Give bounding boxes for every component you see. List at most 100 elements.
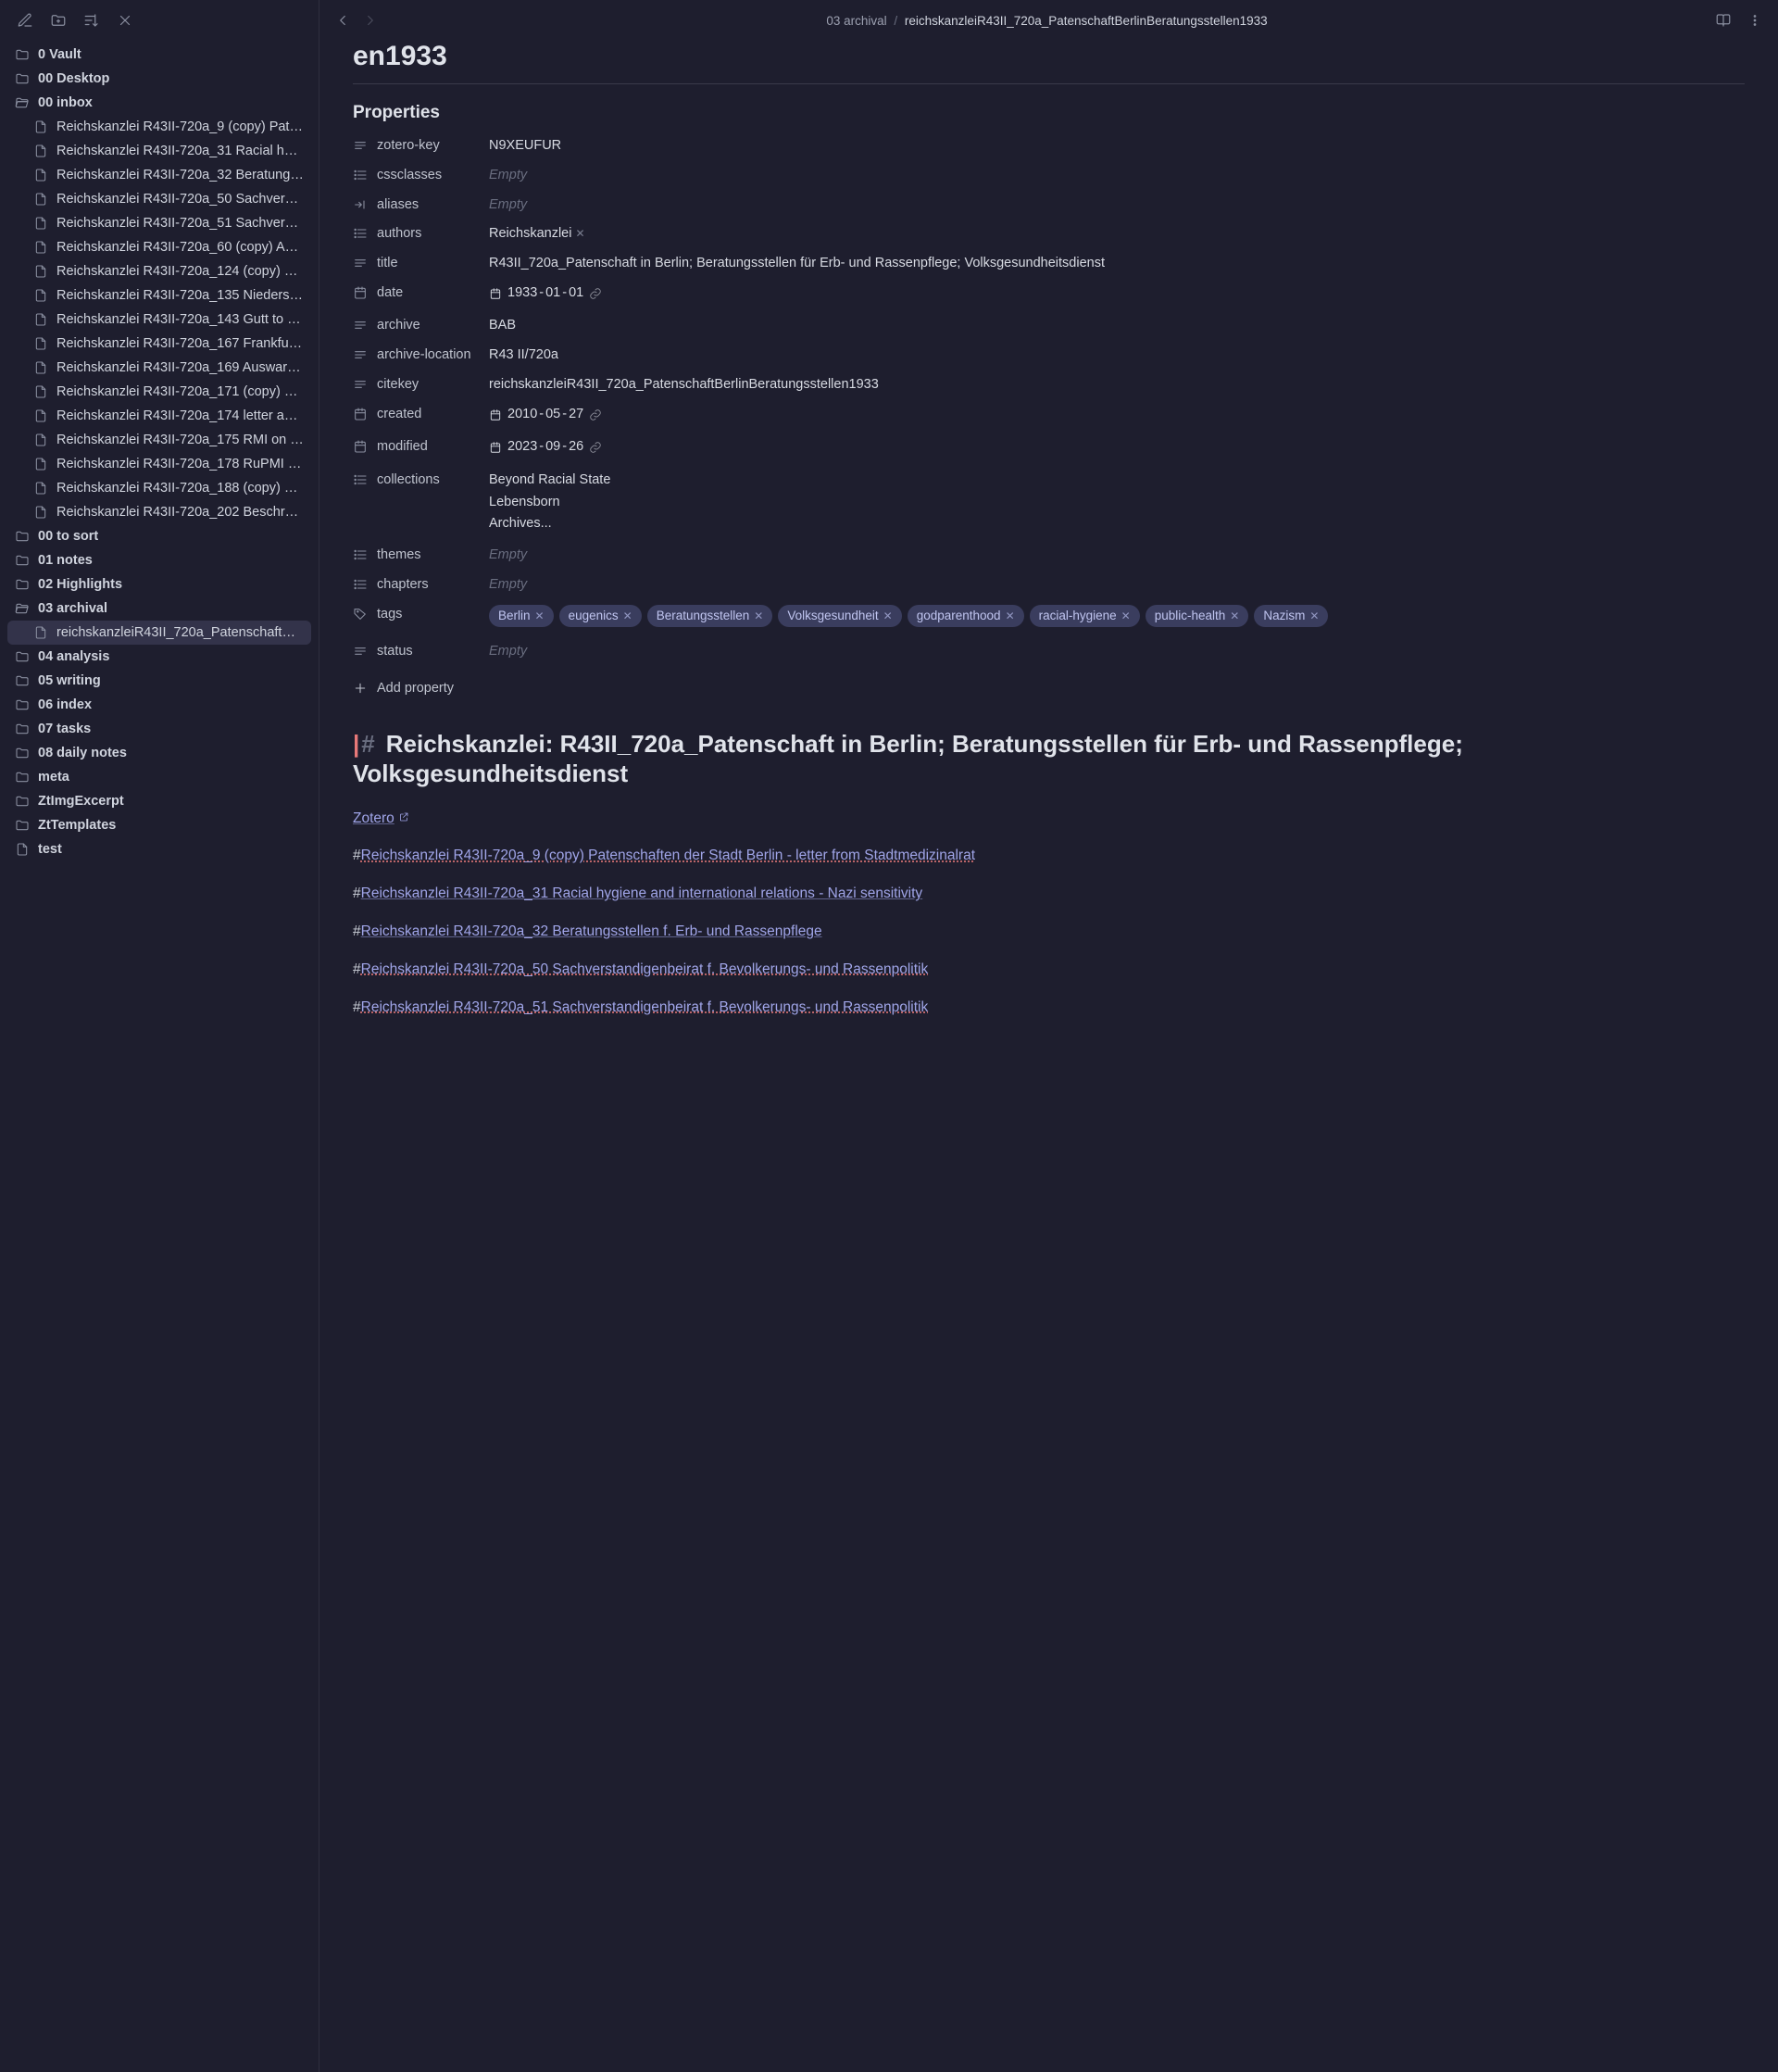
property-key[interactable]: collections: [353, 471, 478, 487]
note-link[interactable]: Reichskanzlei R43II-720a_32 Beratungsste…: [361, 923, 822, 939]
file-item[interactable]: Reichskanzlei R43II-720a_135 Niederschif…: [7, 283, 311, 308]
file-item[interactable]: Reichskanzlei R43II-720a_9 (copy) Patens…: [7, 115, 311, 139]
new-folder-icon[interactable]: [50, 12, 67, 29]
property-value[interactable]: N9XEUFUR: [489, 136, 1745, 157]
property-value[interactable]: Empty: [489, 642, 1745, 662]
tag-remove-icon[interactable]: ✕: [1121, 608, 1131, 624]
property-value[interactable]: R43 II/720a: [489, 345, 1745, 366]
property-key[interactable]: archive-location: [353, 345, 478, 362]
tag-pill[interactable]: public-health✕: [1146, 605, 1249, 627]
property-value[interactable]: Reichskanzlei✕: [489, 224, 1745, 245]
file-item[interactable]: Reichskanzlei R43II-720a_175 RMI on Jewi…: [7, 428, 311, 452]
file-item[interactable]: Reichskanzlei R43II-720a_202 Beschrankun…: [7, 500, 311, 524]
folder-item[interactable]: 07 tasks: [7, 717, 311, 741]
file-item[interactable]: Reichskanzlei R43II-720a_50 Sachverstand…: [7, 187, 311, 211]
file-item[interactable]: Reichskanzlei R43II-720a_51 Sachverstand…: [7, 211, 311, 235]
tag-remove-icon[interactable]: ✕: [883, 608, 893, 624]
property-key[interactable]: themes: [353, 546, 478, 562]
property-key[interactable]: date: [353, 283, 478, 300]
tag-pill[interactable]: Volksgesundheit✕: [778, 605, 901, 627]
note-link[interactable]: Reichskanzlei R43II-720a_31 Racial hygie…: [361, 885, 923, 901]
tag-pill[interactable]: Nazism✕: [1254, 605, 1328, 627]
note-content[interactable]: en1933 Properties zotero-keyN9XEUFURcssc…: [319, 41, 1778, 2072]
property-key[interactable]: title: [353, 254, 478, 270]
property-key[interactable]: archive: [353, 316, 478, 333]
tag-remove-icon[interactable]: ✕: [1006, 608, 1015, 624]
property-key[interactable]: authors: [353, 224, 478, 241]
property-value[interactable]: BAB: [489, 316, 1745, 336]
folder-item[interactable]: ZtImgExcerpt: [7, 789, 311, 813]
sort-icon[interactable]: [83, 12, 100, 29]
tag-remove-icon[interactable]: ✕: [623, 608, 632, 624]
tag-remove-icon[interactable]: ✕: [1309, 608, 1319, 624]
property-key[interactable]: chapters: [353, 575, 478, 592]
file-item[interactable]: Reichskanzlei R43II-720a_31 Racial hygie…: [7, 139, 311, 163]
nav-back-icon[interactable]: [334, 12, 351, 29]
breadcrumb[interactable]: 03 archival / reichskanzleiR43II_720a_Pa…: [386, 14, 1708, 28]
folder-item[interactable]: 06 index: [7, 693, 311, 717]
property-key[interactable]: tags: [353, 605, 478, 622]
breadcrumb-current[interactable]: reichskanzleiR43II_720a_PatenschaftBerli…: [905, 14, 1268, 28]
file-item[interactable]: Reichskanzlei R43II-720a_171 (copy) 6. V…: [7, 380, 311, 404]
file-item[interactable]: Reichskanzlei R43II-720a_60 (copy) Anspr…: [7, 235, 311, 259]
property-key[interactable]: status: [353, 642, 478, 659]
property-value[interactable]: Empty: [489, 546, 1745, 566]
zotero-link[interactable]: Zotero: [353, 810, 409, 826]
tag-pill[interactable]: godparenthood✕: [908, 605, 1024, 627]
folder-item[interactable]: 05 writing: [7, 669, 311, 693]
add-property-button[interactable]: Add property: [353, 681, 1745, 696]
more-options-icon[interactable]: [1747, 12, 1763, 29]
property-value[interactable]: Empty: [489, 166, 1745, 186]
property-key[interactable]: aliases: [353, 195, 478, 212]
file-item[interactable]: Reichskanzlei R43II-720a_169 Auswartigen…: [7, 356, 311, 380]
folder-item[interactable]: ZtTemplates: [7, 813, 311, 837]
folder-item[interactable]: meta: [7, 765, 311, 789]
tag-remove-icon[interactable]: ✕: [1230, 608, 1239, 624]
file-item[interactable]: Reichskanzlei R43II-720a_178 RuPMI -- in…: [7, 452, 311, 476]
breadcrumb-parent[interactable]: 03 archival: [826, 14, 886, 28]
property-key[interactable]: created: [353, 405, 478, 421]
tag-pill[interactable]: Berlin✕: [489, 605, 554, 627]
property-value[interactable]: Beyond Racial StateLebensbornArchives...: [489, 471, 1745, 536]
property-value[interactable]: Empty: [489, 195, 1745, 216]
file-tree[interactable]: 0 Vault00 Desktop00 inboxReichskanzlei R…: [0, 41, 319, 2072]
property-value[interactable]: Berlin✕eugenics✕Beratungsstellen✕Volksge…: [489, 605, 1745, 633]
nav-forward-icon[interactable]: [362, 12, 379, 29]
property-value[interactable]: 2023-09-26: [489, 437, 1745, 461]
property-value[interactable]: R43II_720a_Patenschaft in Berlin; Beratu…: [489, 254, 1745, 274]
tag-pill[interactable]: Beratungsstellen✕: [647, 605, 773, 627]
file-item[interactable]: Reichskanzlei R43II-720a_174 letter abou…: [7, 404, 311, 428]
property-value[interactable]: 1933-01-01: [489, 283, 1745, 308]
property-key[interactable]: citekey: [353, 375, 478, 392]
new-note-icon[interactable]: [17, 12, 33, 29]
file-item[interactable]: Reichskanzlei R43II-720a_167 Frankfurter…: [7, 332, 311, 356]
folder-item[interactable]: 00 Desktop: [7, 67, 311, 91]
property-value[interactable]: Empty: [489, 575, 1745, 596]
file-item[interactable]: Reichskanzlei R43II-720a_143 Gutt to Hit…: [7, 308, 311, 332]
tag-remove-icon[interactable]: ✕: [754, 608, 763, 624]
collapse-icon[interactable]: [117, 12, 133, 29]
folder-item[interactable]: 04 analysis: [7, 645, 311, 669]
tag-remove-icon[interactable]: ✕: [535, 608, 545, 624]
property-value[interactable]: reichskanzleiR43II_720a_PatenschaftBerli…: [489, 375, 1745, 396]
folder-item[interactable]: 02 Highlights: [7, 572, 311, 596]
note-link[interactable]: Reichskanzlei R43II-720a_9 (copy) Patens…: [361, 848, 975, 863]
folder-item[interactable]: 0 Vault: [7, 43, 311, 67]
property-value[interactable]: 2010-05-27: [489, 405, 1745, 429]
folder-item[interactable]: 08 daily notes: [7, 741, 311, 765]
file-item[interactable]: Reichskanzlei R43II-720a_124 (copy) Nied…: [7, 259, 311, 283]
note-link[interactable]: Reichskanzlei R43II-720a_51 Sachverstand…: [361, 999, 929, 1015]
file-item[interactable]: test: [7, 837, 311, 861]
property-key[interactable]: cssclasses: [353, 166, 478, 182]
property-key[interactable]: zotero-key: [353, 136, 478, 153]
folder-item[interactable]: 01 notes: [7, 548, 311, 572]
file-item[interactable]: Reichskanzlei R43II-720a_32 Beratungsste…: [7, 163, 311, 187]
property-key[interactable]: modified: [353, 437, 478, 454]
file-item[interactable]: reichskanzleiR43II_720a_PatenschaftBerli…: [7, 621, 311, 645]
folder-item[interactable]: 03 archival: [7, 596, 311, 621]
folder-item[interactable]: 00 to sort: [7, 524, 311, 548]
tag-pill[interactable]: racial-hygiene✕: [1030, 605, 1140, 627]
file-item[interactable]: Reichskanzlei R43II-720a_188 (copy) Rass…: [7, 476, 311, 500]
note-link[interactable]: Reichskanzlei R43II-720a_50 Sachverstand…: [361, 961, 929, 977]
tag-pill[interactable]: eugenics✕: [559, 605, 642, 627]
